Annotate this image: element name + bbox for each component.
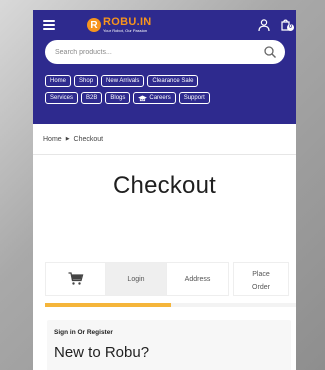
main-nav: Home Shop New Arrivals Clearance Sale Se… [45,75,291,109]
nav-row-1: Home Shop New Arrivals Clearance Sale [45,75,291,87]
search-input[interactable] [55,48,255,56]
graduation-cap-icon [138,94,148,101]
logo-tagline: Your Robot, Our Passion [103,28,148,33]
site-logo[interactable]: R ROBU.IN Your Robot, Our Passion [87,17,152,33]
nav-careers[interactable]: Careers [133,92,176,104]
breadcrumb-current: Checkout [73,135,104,143]
nav-row-2: Services B2B Blogs Careers Support [45,92,291,104]
nav-shop[interactable]: Shop [74,75,99,87]
step-place-order-line1: Place [252,270,270,278]
divider [33,154,296,155]
top-bar: R ROBU.IN Your Robot, Our Passion 0 [33,10,296,40]
cart-count-badge: 0 [287,24,294,31]
hamburger-menu-icon[interactable] [43,20,55,30]
search-icon[interactable] [263,45,277,59]
nav-home[interactable]: Home [45,75,72,87]
step-cart[interactable] [45,262,105,296]
search-bar [45,40,285,64]
step-place-order[interactable]: Place Order [233,262,289,296]
nav-services[interactable]: Services [45,92,79,104]
breadcrumb: Home ▶ Checkout [43,124,296,154]
checkout-progress-fill [45,303,171,307]
logo-text: ROBU.IN [103,16,152,28]
breadcrumb-home[interactable]: Home [43,136,62,143]
signin-heading: New to Robu? [54,344,150,361]
signin-label: Sign in Or Register [54,329,113,336]
nav-blogs[interactable]: Blogs [105,92,131,104]
step-address[interactable]: Address [167,262,229,296]
nav-new-arrivals[interactable]: New Arrivals [101,75,145,87]
checkout-page: R ROBU.IN Your Robot, Our Passion 0 Sear… [33,10,296,370]
user-icon[interactable] [257,18,271,32]
step-login[interactable]: Login [105,262,167,296]
nav-support[interactable]: Support [178,92,210,104]
logo-mark: R [87,18,101,32]
step-place-order-line2: Order [252,284,270,291]
logo-textwrap: ROBU.IN Your Robot, Our Passion [103,17,152,33]
shopping-cart-icon [68,272,83,285]
breadcrumb-separator: ▶ [65,136,70,142]
page-title: Checkout [113,172,216,199]
nav-b2b[interactable]: B2B [81,92,103,104]
nav-careers-label: Careers [149,95,171,101]
signin-card: Sign in Or Register New to Robu? [47,320,291,370]
header-cart-icon[interactable]: 0 [279,17,295,33]
checkout-progress [45,303,296,307]
checkout-steps: Login Address Place Order [45,262,296,296]
site-header: R ROBU.IN Your Robot, Our Passion 0 Sear… [33,10,296,124]
nav-clearance-sale[interactable]: Clearance Sale [147,75,199,87]
